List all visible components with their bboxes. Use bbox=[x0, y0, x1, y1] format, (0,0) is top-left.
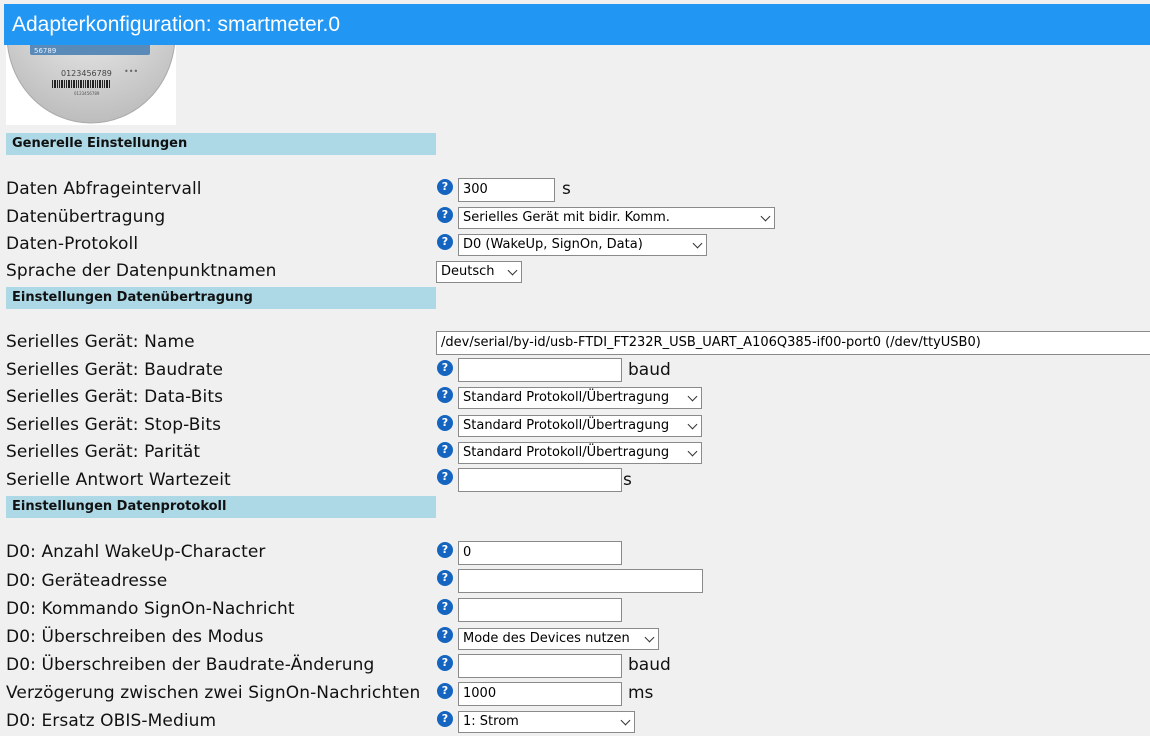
window-title: Adapterkonfiguration: smartmeter.0 bbox=[4, 4, 1150, 45]
help-icon[interactable]: ? bbox=[437, 234, 453, 250]
section-general-header: Generelle Einstellungen bbox=[6, 133, 436, 155]
address-label: D0: Geräteadresse bbox=[6, 571, 168, 591]
section-protocol-header: Einstellungen Datenprotokoll bbox=[6, 496, 436, 518]
baudrate-unit: baud bbox=[628, 360, 671, 380]
device-name-input[interactable]: /dev/serial/by-id/usb-FTDI_FT232R_USB_UA… bbox=[436, 331, 1150, 355]
help-icon[interactable]: ? bbox=[437, 570, 453, 586]
chevron-down-icon bbox=[507, 265, 518, 276]
interval-input[interactable]: 300 bbox=[458, 178, 555, 202]
address-input[interactable] bbox=[458, 569, 703, 593]
language-select-value: Deutsch bbox=[441, 264, 495, 279]
help-icon[interactable]: ? bbox=[437, 711, 453, 727]
meter-number-text: 0123456789 bbox=[61, 69, 112, 78]
meter-display-text: 56789 bbox=[34, 47, 56, 55]
mode-label: D0: Überschreiben des Modus bbox=[6, 627, 264, 647]
wakeup-input[interactable]: 0 bbox=[458, 541, 622, 565]
meter-small-text: 0123456789 bbox=[74, 91, 100, 96]
help-icon[interactable]: ? bbox=[437, 442, 453, 458]
obis-label: D0: Ersatz OBIS-Medium bbox=[6, 711, 217, 731]
delay-input[interactable]: 1000 bbox=[458, 682, 622, 706]
help-icon[interactable]: ? bbox=[437, 655, 453, 671]
baudrate-input[interactable] bbox=[458, 358, 622, 382]
mode-select[interactable]: Mode des Devices nutzen bbox=[458, 628, 659, 650]
stopbits-select[interactable]: Standard Protokoll/Übertragung bbox=[458, 415, 702, 437]
obis-select[interactable]: 1: Strom bbox=[458, 711, 635, 733]
meter-dots-text: ••• bbox=[124, 67, 138, 76]
obis-select-value: 1: Strom bbox=[463, 714, 519, 729]
language-select[interactable]: Deutsch bbox=[436, 261, 522, 283]
help-icon[interactable]: ? bbox=[437, 179, 453, 195]
wait-label: Serielle Antwort Wartezeit bbox=[6, 470, 231, 490]
databits-select-value: Standard Protokoll/Übertragung bbox=[463, 390, 670, 405]
smartmeter-logo: 56789 0123456789 ••• 0123456789 bbox=[6, 45, 176, 125]
baudchange-label: D0: Überschreiben der Baudrate-Änderung bbox=[6, 655, 375, 675]
baudchange-input[interactable] bbox=[458, 654, 622, 678]
help-icon[interactable]: ? bbox=[437, 207, 453, 223]
transfer-label: Datenübertragung bbox=[6, 207, 166, 227]
interval-unit: s bbox=[562, 179, 571, 199]
section-transfer-header: Einstellungen Datenübertragung bbox=[6, 287, 436, 309]
help-icon[interactable]: ? bbox=[437, 415, 453, 431]
help-icon[interactable]: ? bbox=[437, 360, 453, 376]
transfer-select[interactable]: Serielles Gerät mit bidir. Komm. bbox=[458, 207, 775, 229]
chevron-down-icon bbox=[687, 419, 698, 430]
baudchange-unit: baud bbox=[628, 655, 671, 675]
help-icon[interactable]: ? bbox=[437, 627, 453, 643]
baudrate-label: Serielles Gerät: Baudrate bbox=[6, 360, 224, 380]
wakeup-label: D0: Anzahl WakeUp-Character bbox=[6, 542, 266, 562]
chevron-down-icon bbox=[692, 238, 703, 249]
protocol-select-value: D0 (WakeUp, SignOn, Data) bbox=[463, 237, 643, 252]
protocol-label: Daten-Protokoll bbox=[6, 234, 139, 254]
chevron-down-icon bbox=[644, 632, 655, 643]
mode-select-value: Mode des Devices nutzen bbox=[463, 631, 630, 646]
chevron-down-icon bbox=[687, 446, 698, 457]
device-name-label: Serielles Gerät: Name bbox=[6, 332, 195, 352]
parity-label: Serielles Gerät: Parität bbox=[6, 442, 201, 462]
parity-select-value: Standard Protokoll/Übertragung bbox=[463, 445, 670, 460]
wait-unit: s bbox=[623, 470, 632, 490]
signon-label: D0: Kommando SignOn-Nachricht bbox=[6, 599, 295, 619]
help-icon[interactable]: ? bbox=[437, 387, 453, 403]
chevron-down-icon bbox=[760, 211, 771, 222]
chevron-down-icon bbox=[620, 715, 631, 726]
parity-select[interactable]: Standard Protokoll/Übertragung bbox=[458, 442, 702, 464]
help-icon[interactable]: ? bbox=[437, 542, 453, 558]
databits-label: Serielles Gerät: Data-Bits bbox=[6, 387, 224, 407]
chevron-down-icon bbox=[687, 391, 698, 402]
stopbits-label: Serielles Gerät: Stop-Bits bbox=[6, 415, 222, 435]
help-icon[interactable]: ? bbox=[437, 683, 453, 699]
databits-select[interactable]: Standard Protokoll/Übertragung bbox=[458, 387, 702, 409]
interval-label: Daten Abfrageintervall bbox=[6, 179, 202, 199]
help-icon[interactable]: ? bbox=[437, 469, 453, 485]
stopbits-select-value: Standard Protokoll/Übertragung bbox=[463, 418, 670, 433]
help-icon[interactable]: ? bbox=[437, 599, 453, 615]
delay-unit: ms bbox=[628, 683, 654, 703]
wait-input[interactable] bbox=[458, 468, 622, 492]
language-label: Sprache der Datenpunktnamen bbox=[6, 261, 277, 281]
transfer-select-value: Serielles Gerät mit bidir. Komm. bbox=[463, 210, 670, 225]
signon-input[interactable] bbox=[458, 598, 622, 622]
delay-label: Verzögerung zwischen zwei SignOn-Nachric… bbox=[6, 683, 421, 703]
protocol-select[interactable]: D0 (WakeUp, SignOn, Data) bbox=[458, 234, 707, 256]
